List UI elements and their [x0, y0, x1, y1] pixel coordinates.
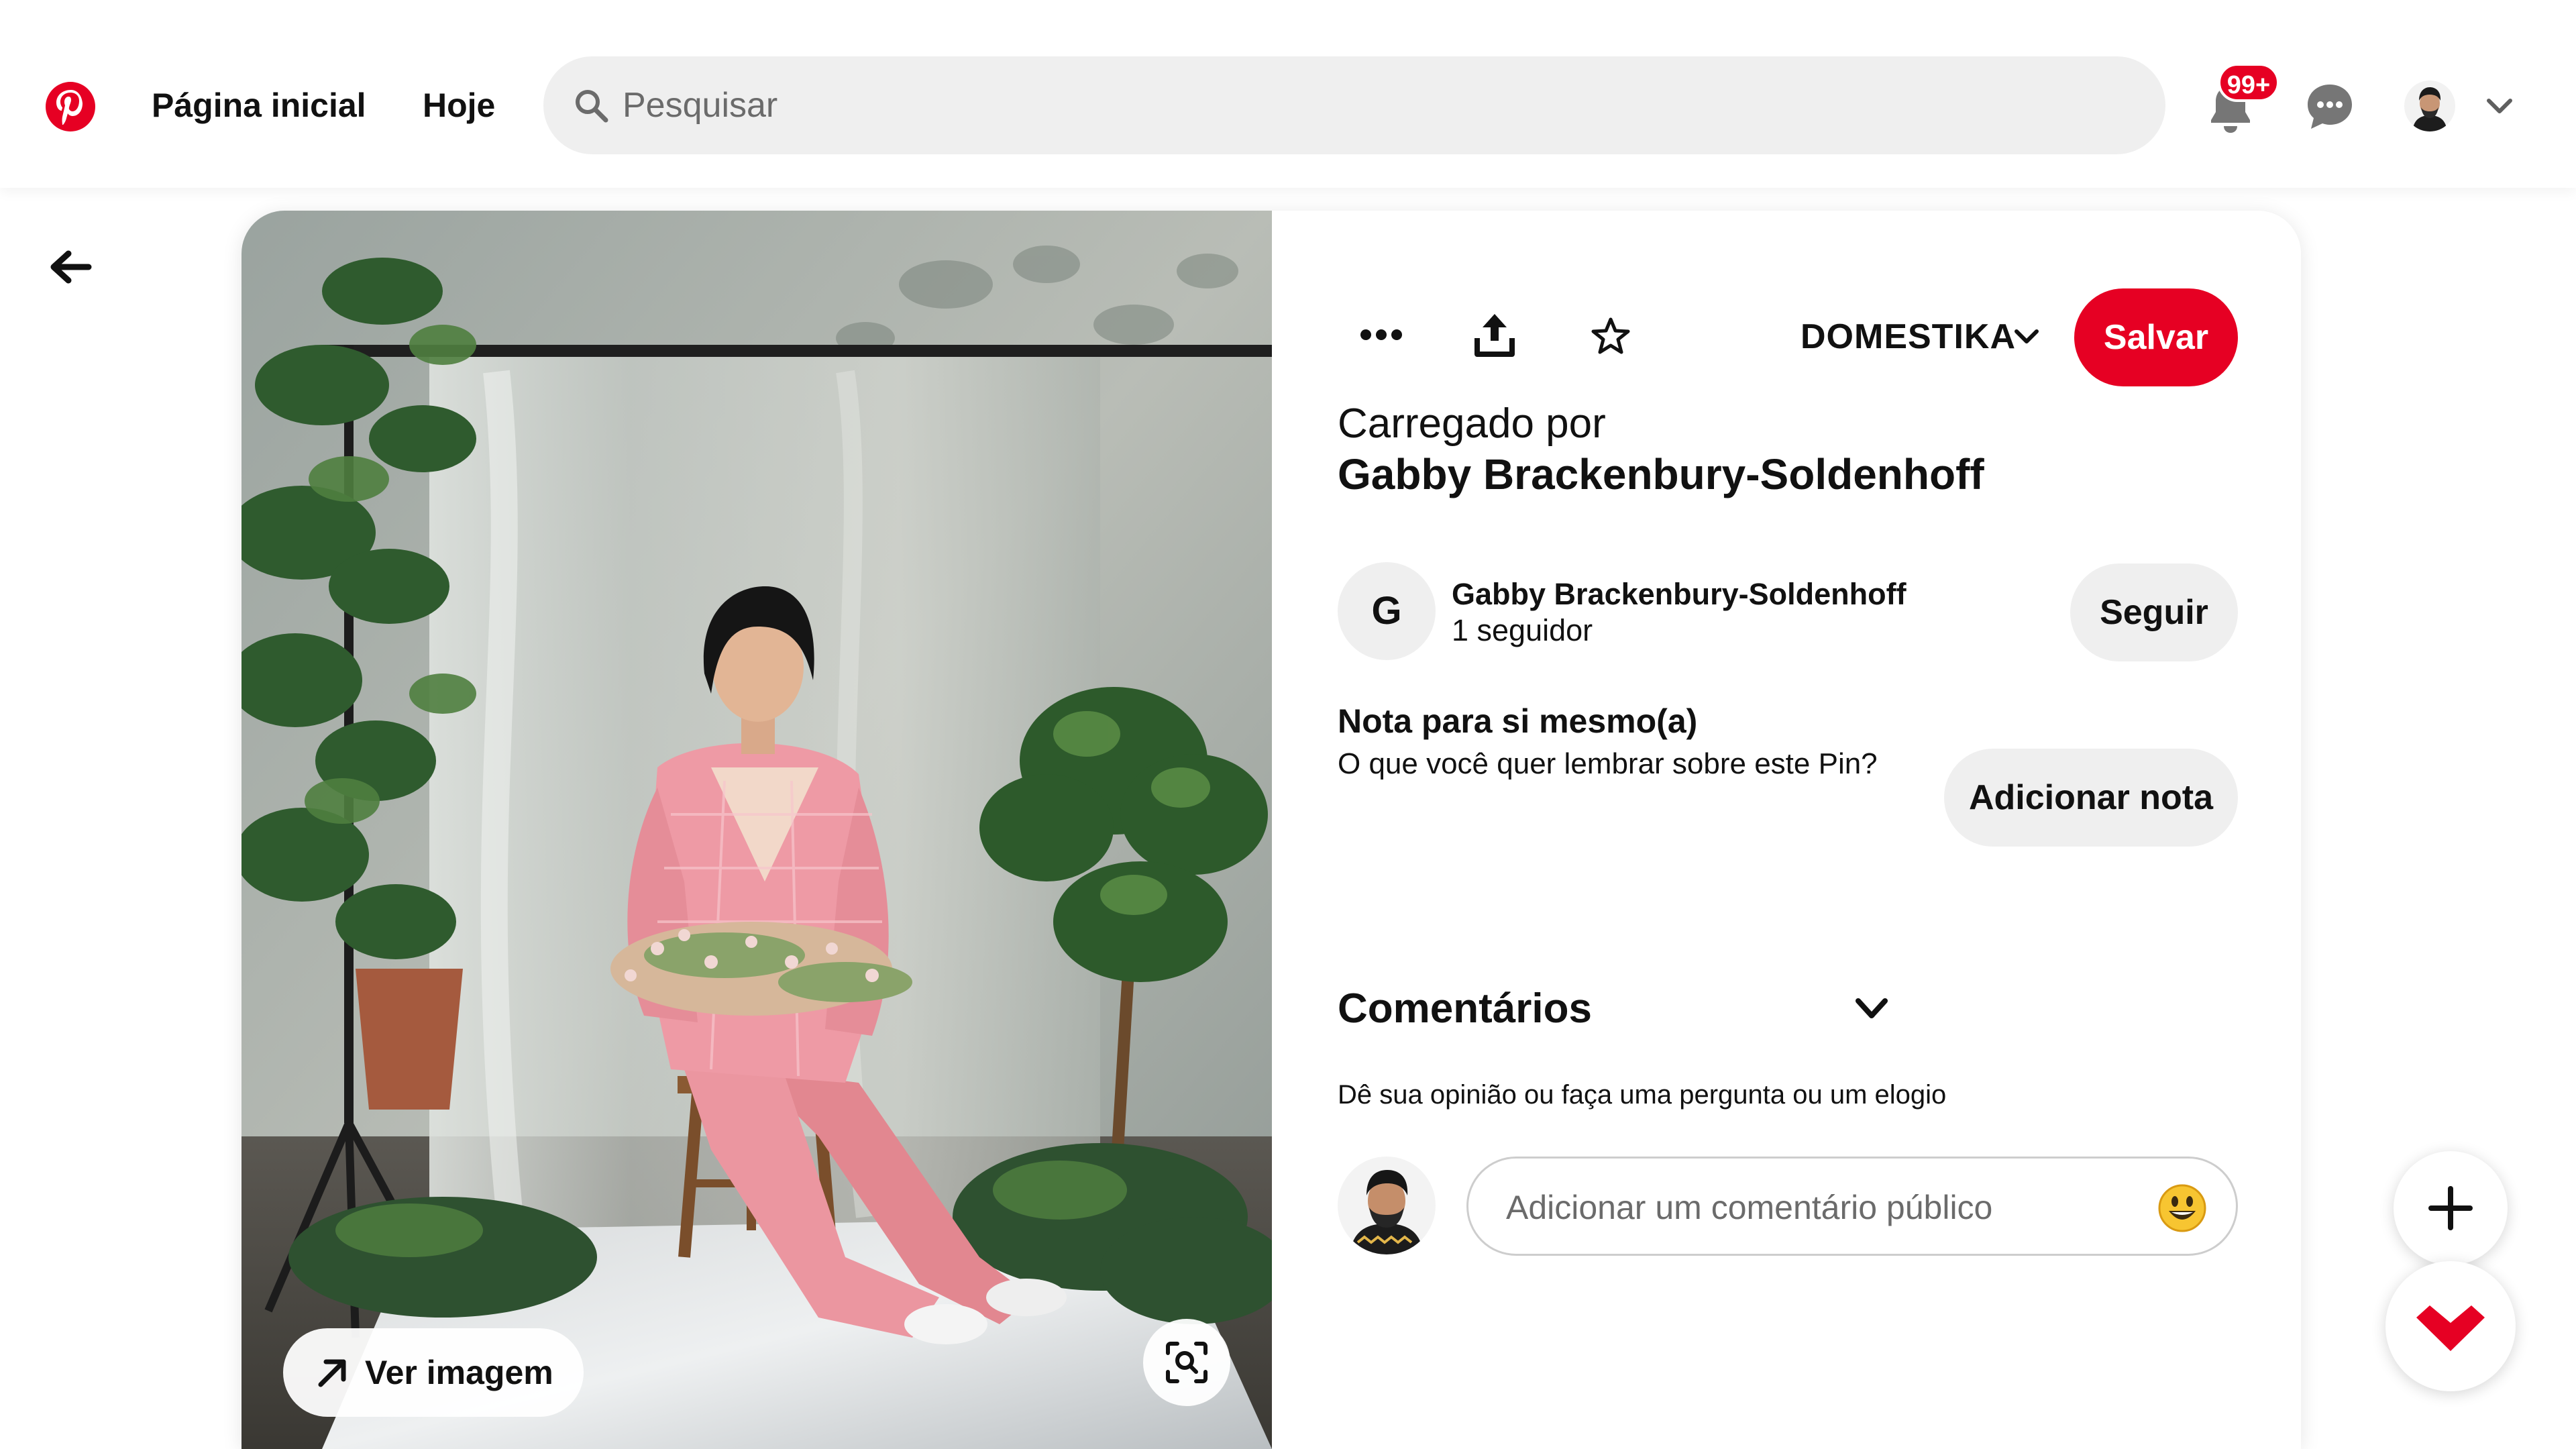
comment-field[interactable]	[1466, 1157, 2238, 1256]
nav-today-link[interactable]: Hoje	[423, 86, 495, 125]
back-arrow-icon[interactable]	[48, 248, 93, 286]
user-avatar[interactable]	[2404, 80, 2455, 131]
chevron-down-icon[interactable]	[2485, 94, 2514, 118]
domestika-extension-button[interactable]	[2385, 1261, 2516, 1391]
pin-page: Página inicial Hoje 99+	[0, 0, 2576, 1449]
creator-avatar[interactable]: G	[1338, 562, 1436, 660]
chevron-down-icon[interactable]	[2012, 326, 2041, 347]
add-note-button[interactable]: Adicionar nota	[1944, 749, 2238, 847]
chevron-down-icon[interactable]	[1853, 994, 1890, 1024]
follow-button[interactable]: Seguir	[2070, 564, 2238, 661]
nav-home-link[interactable]: Página inicial	[152, 86, 366, 125]
uploaded-by-label: Carregado por	[1338, 400, 1606, 447]
note-title: Nota para si mesmo(a)	[1338, 702, 1698, 740]
search-icon	[576, 90, 608, 123]
comments-hint: Dê sua opinião ou faça uma pergunta ou u…	[1338, 1080, 1947, 1110]
visual-search-button[interactable]	[1143, 1319, 1230, 1406]
visual-search-icon	[1166, 1342, 1208, 1383]
note-description: O que você quer lembrar sobre este Pin?	[1338, 747, 1878, 780]
arrow-up-right-icon	[318, 1359, 346, 1387]
pin-image[interactable]: Ver imagem	[241, 211, 1272, 1449]
top-header: Página inicial Hoje 99+	[0, 0, 2576, 188]
comment-input[interactable]	[1506, 1179, 2137, 1236]
save-button[interactable]: Salvar	[2074, 288, 2238, 386]
pin-details-panel: DOMESTIKA Salvar Carregado por Gabby Bra…	[1272, 211, 2301, 1449]
board-selector[interactable]: DOMESTIKA	[1801, 317, 2016, 357]
pinterest-logo-icon[interactable]	[44, 80, 97, 133]
emoji-icon[interactable]	[2157, 1183, 2208, 1234]
share-icon[interactable]	[1473, 311, 1516, 358]
search-bar[interactable]	[543, 56, 2165, 154]
search-input[interactable]	[623, 75, 2098, 136]
uploaded-by-name[interactable]: Gabby Brackenbury-Soldenhoff	[1338, 449, 1984, 499]
domestika-logo-icon	[2416, 1305, 2485, 1351]
star-icon[interactable]	[1591, 317, 1631, 356]
view-image-button[interactable]: Ver imagem	[283, 1328, 584, 1417]
creator-name[interactable]: Gabby Brackenbury-Soldenhoff	[1452, 577, 1907, 612]
more-options-icon[interactable]	[1359, 318, 1403, 352]
creator-followers: 1 seguidor	[1452, 613, 1593, 647]
notification-badge: 99+	[2218, 63, 2279, 102]
view-image-label: Ver imagem	[365, 1354, 553, 1391]
comments-title[interactable]: Comentários	[1338, 985, 1592, 1032]
chat-icon[interactable]	[2305, 82, 2355, 131]
current-user-avatar	[1338, 1157, 1436, 1254]
pin-card: Ver imagem DOMESTIKA Salvar Carregado po…	[241, 211, 2301, 1449]
plus-icon	[2428, 1186, 2473, 1230]
create-button[interactable]	[2394, 1151, 2508, 1265]
